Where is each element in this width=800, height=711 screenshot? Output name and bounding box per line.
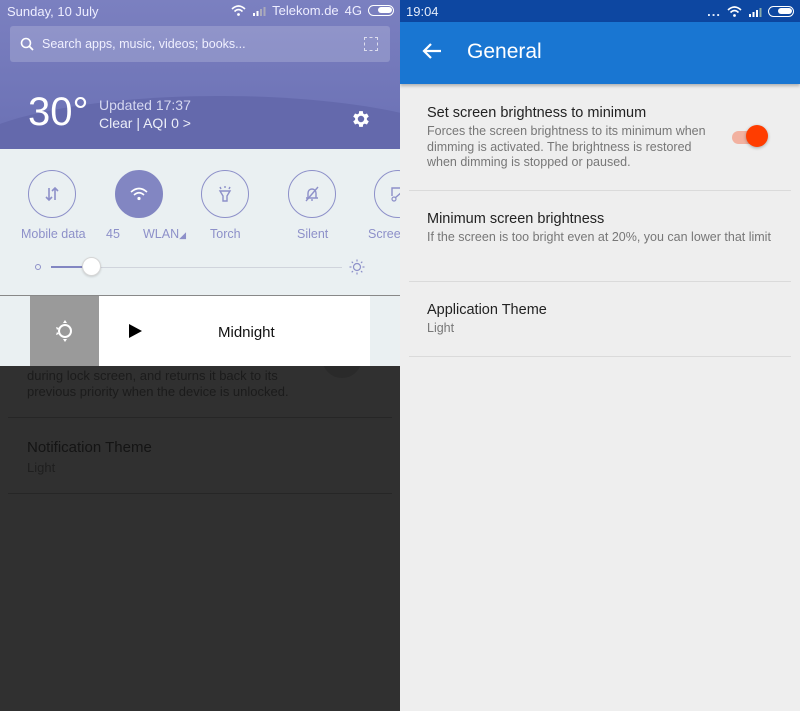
pref-application-theme[interactable]: Application Theme Light (427, 302, 727, 337)
tile-label-mobile-data: Mobile data (21, 227, 86, 241)
wifi-icon (231, 5, 246, 16)
dimmed-pref-summary: during lock screen, and returns it back … (27, 368, 289, 399)
status-icons: ... (707, 4, 794, 19)
weather-updated: Updated 17:37 (99, 97, 191, 113)
battery-icon (368, 5, 394, 16)
overflow-dots-icon: ... (707, 4, 721, 19)
carrier-name: Telekom.de (272, 3, 339, 18)
search-placeholder: Search apps, music, videos; books... (42, 37, 246, 51)
status-time: 19:04 (406, 4, 439, 19)
back-arrow-icon[interactable] (422, 42, 442, 60)
search-bar[interactable]: Search apps, music, videos; books... (10, 26, 390, 62)
pref-minimum-brightness[interactable]: Minimum screen brightness If the screen … (427, 211, 777, 246)
torch-icon (218, 186, 232, 202)
status-bar: 19:04 ... (400, 0, 800, 22)
pref-title: Set screen brightness to minimum (427, 105, 647, 121)
divider (409, 356, 791, 357)
brightness-high-icon (349, 259, 365, 275)
tile-label-wlan-text: WLAN (143, 227, 180, 241)
tile-silent[interactable] (288, 170, 336, 218)
tile-label-wlan: WLAN◢ (143, 227, 186, 241)
signal-icon (749, 8, 762, 17)
app-bar: General (400, 22, 800, 84)
tile-torch[interactable] (201, 170, 249, 218)
media-notification[interactable]: Midnight (0, 296, 400, 366)
signal-icon (253, 7, 266, 16)
brightness-minimum-switch[interactable] (732, 125, 768, 147)
pref-title: Application Theme (427, 302, 547, 318)
brightness-slider-thumb[interactable] (81, 257, 101, 276)
media-content: Midnight (99, 296, 370, 366)
media-title: Midnight (218, 324, 275, 341)
gear-icon[interactable] (350, 108, 372, 130)
tile-label-torch: Torch (210, 227, 241, 241)
right-screen: 19:04 ... General Set screen brightness … (400, 0, 800, 711)
pref-brightness-minimum[interactable]: Set screen brightness to minimum Forces … (427, 105, 727, 171)
notification-shade-header: Sunday, 10 July Telekom.de 4G Search app… (0, 0, 400, 216)
mobile-data-icon (45, 186, 59, 202)
divider (409, 281, 791, 282)
status-icons: Telekom.de 4G (231, 3, 394, 18)
screenshot-icon (391, 187, 400, 202)
search-icon (20, 37, 34, 51)
tile-mobile-data[interactable] (28, 170, 76, 218)
page-title: General (467, 40, 542, 63)
left-screen: during lock screen, and returns it back … (0, 0, 400, 711)
wifi-icon (727, 6, 742, 17)
pref-title: Minimum screen brightness (427, 211, 605, 227)
quick-settings-panel: Mobile data 45 WLAN◢ Torch Silent Scree (0, 149, 400, 296)
pref-summary: Forces the screen brightness to its mini… (427, 124, 706, 169)
tile-wlan[interactable] (115, 170, 163, 218)
signal-triangle-icon: ◢ (179, 230, 187, 240)
battery-icon (768, 6, 794, 17)
media-app-icon (30, 296, 99, 366)
pref-summary: If the screen is too bright even at 20%,… (427, 230, 771, 244)
tile-label-wlan-prefix: 45 (106, 227, 120, 241)
scan-icon[interactable] (364, 37, 378, 51)
divider (8, 417, 392, 418)
divider (8, 493, 392, 494)
dimmed-notification-theme-value: Light (27, 460, 56, 475)
wifi-icon (130, 187, 148, 201)
switch-thumb (746, 125, 768, 147)
weather-temperature: 30° (28, 90, 89, 134)
weather-condition[interactable]: Clear | AQI 0 > (99, 115, 191, 131)
tile-label-silent: Silent (297, 227, 329, 241)
status-date: Sunday, 10 July (7, 4, 99, 19)
network-type: 4G (344, 3, 362, 18)
divider (409, 190, 791, 191)
brightness-icon (55, 320, 72, 342)
dimmed-notification-theme-title: Notification Theme (27, 439, 152, 456)
tile-label-screenshot: Scree (368, 227, 400, 241)
silent-bell-icon (305, 186, 319, 202)
play-icon[interactable] (129, 324, 142, 338)
tile-screenshot[interactable] (374, 170, 400, 218)
pref-summary: Light (427, 321, 455, 335)
brightness-low-icon (35, 264, 41, 270)
